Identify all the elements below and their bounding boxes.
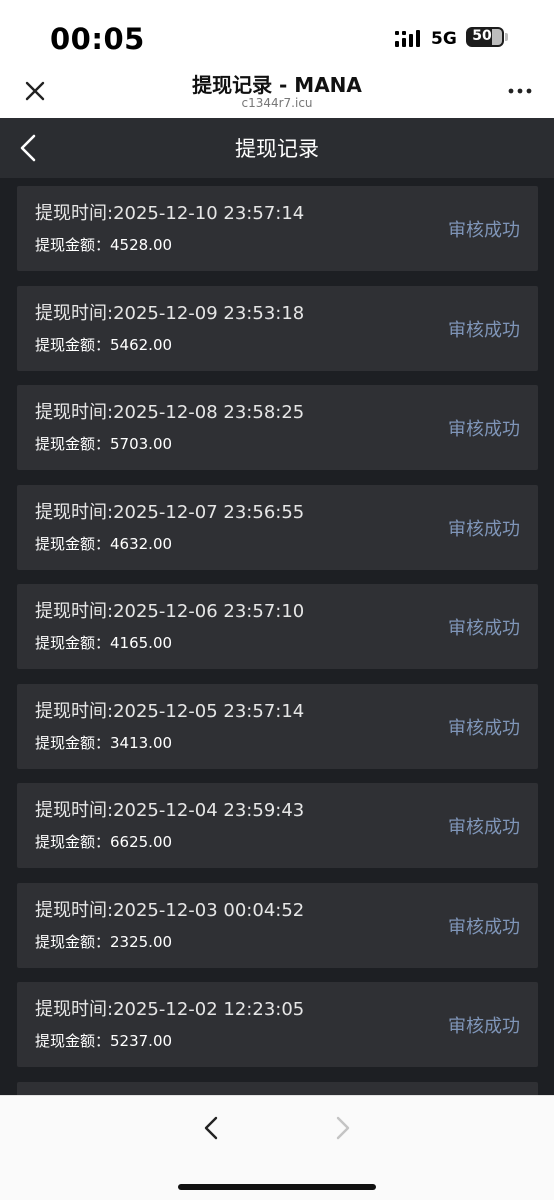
signal-icon (395, 30, 420, 47)
record-time: 提现时间:2025-12-08 23:58:25 (35, 402, 305, 423)
chevron-left-icon[interactable] (196, 1112, 228, 1144)
record-time: 提现时间:2025-12-02 12:23:05 (35, 999, 305, 1020)
status-bar: 00:05 5G 50 (0, 0, 554, 60)
record-amount: 提现金额：6625.00 (35, 833, 173, 851)
record-time: 提现时间:2025-12-07 23:56:55 (35, 501, 305, 523)
app-nav-bar: 提现记录 (0, 118, 554, 178)
record-item[interactable]: 提现时间:2025-12-03 00:04:52 提现金额：2325.00 审核… (17, 882, 538, 968)
battery-level: 50 (472, 28, 492, 44)
record-status: 审核成功 (448, 817, 520, 838)
network-label: 5G (431, 29, 457, 49)
record-status: 审核成功 (448, 1016, 520, 1037)
record-status: 审核成功 (448, 319, 520, 341)
record-status: 审核成功 (448, 717, 520, 739)
record-amount: 提现金额：5703.00 (35, 435, 173, 453)
record-item[interactable]: 提现时间:2025-12-05 23:57:14 提现金额：3413.00 审核… (17, 683, 538, 769)
record-amount: 提现金额：3413.00 (35, 733, 173, 752)
record-item[interactable]: 提现时间:2025-12-10 23:57:14 提现金额：4528.00 审核… (17, 186, 538, 271)
status-time: 00:05 (50, 22, 145, 56)
home-indicator (178, 1184, 376, 1190)
record-status: 审核成功 (448, 916, 520, 938)
record-amount: 提现金额：5462.00 (35, 335, 173, 354)
record-item[interactable]: 提现时间:2025-12-07 23:56:55 提现金额：4632.00 审核… (17, 484, 538, 570)
app-content: 提现记录 提现时间:2025-12-10 23:57:14 提现金额：4528.… (0, 118, 554, 1095)
app-title: 提现记录 (235, 137, 319, 161)
record-time: 提现时间:2025-12-10 23:57:14 (35, 203, 305, 224)
page-title: 提现记录 - MANA (192, 73, 362, 97)
record-item[interactable]: 提现时间:2025-12-02 12:23:05 提现金额：5237.00 审核… (17, 982, 538, 1067)
record-list: 提现时间:2025-12-10 23:57:14 提现金额：4528.00 审核… (17, 186, 538, 1095)
record-time: 提现时间:2025-12-09 23:53:18 (35, 302, 305, 324)
record-item-partial[interactable] (17, 1081, 538, 1095)
battery-cap (505, 33, 508, 41)
battery-icon: 50 (466, 27, 504, 47)
browser-bottom-bar (0, 1095, 554, 1200)
record-status: 审核成功 (448, 618, 520, 639)
record-item[interactable]: 提现时间:2025-12-06 23:57:10 提现金额：4165.00 审核… (17, 584, 538, 669)
record-amount: 提现金额：4632.00 (35, 534, 173, 553)
record-item[interactable]: 提现时间:2025-12-08 23:58:25 提现金额：5703.00 审核… (17, 385, 538, 470)
record-item[interactable]: 提现时间:2025-12-04 23:59:43 提现金额：6625.00 审核… (17, 783, 538, 868)
screen: 00:05 5G 50 提现记录 - MANA c1344r7.icu 提现记录… (0, 0, 554, 1200)
record-amount: 提现金额：4528.00 (35, 236, 173, 254)
record-status: 审核成功 (448, 518, 520, 540)
record-status: 审核成功 (448, 220, 520, 241)
record-time: 提现时间:2025-12-03 00:04:52 (35, 899, 305, 921)
page-url: c1344r7.icu (241, 96, 313, 110)
more-icon[interactable] (503, 74, 537, 108)
record-amount: 提现金额：4165.00 (35, 634, 173, 652)
record-amount: 提现金额：2325.00 (35, 932, 173, 951)
record-time: 提现时间:2025-12-06 23:57:10 (35, 601, 305, 622)
record-time: 提现时间:2025-12-04 23:59:43 (35, 800, 305, 821)
browser-header: 提现记录 - MANA c1344r7.icu (0, 60, 554, 118)
record-status: 审核成功 (448, 419, 520, 440)
record-time: 提现时间:2025-12-05 23:57:14 (35, 700, 305, 722)
record-amount: 提现金额：5237.00 (35, 1032, 173, 1050)
chevron-right-icon[interactable] (326, 1112, 358, 1144)
close-icon[interactable] (18, 74, 52, 108)
record-item[interactable]: 提现时间:2025-12-09 23:53:18 提现金额：5462.00 审核… (17, 285, 538, 371)
